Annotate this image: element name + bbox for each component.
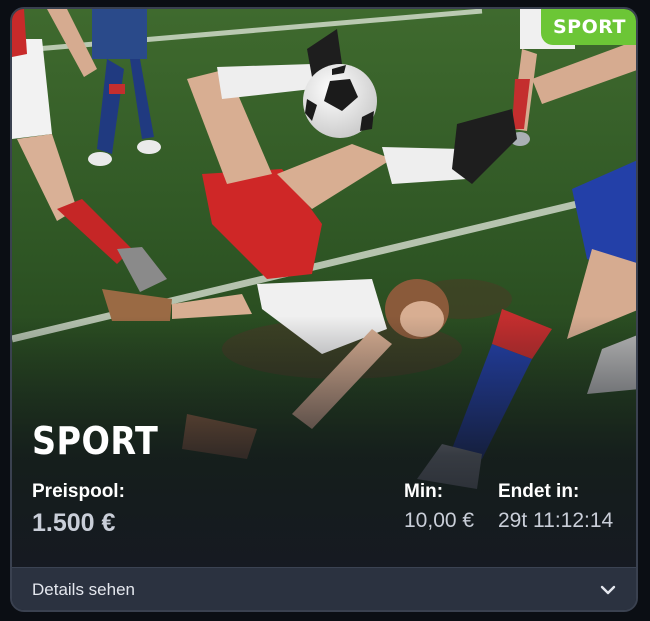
min-value: 10,00 €	[404, 509, 475, 532]
card-title: SPORT	[32, 419, 159, 463]
details-label: Details sehen	[32, 580, 136, 599]
prize-pool-value: 1.500 €	[32, 509, 116, 537]
min-label: Min:	[404, 481, 444, 502]
prize-pool-label: Preispool:	[32, 481, 125, 502]
promo-card[interactable]: SPORT SPORT Preispool: 1.500 € Min: 10,0…	[10, 7, 638, 612]
details-toggle[interactable]: Details sehen	[12, 567, 636, 610]
category-badge: SPORT	[541, 9, 636, 45]
ends-in-countdown: 29t 11:12:14	[498, 509, 614, 532]
ends-in-label: Endet in:	[498, 481, 580, 502]
hero-image: SPORT SPORT Preispool: 1.500 € Min: 10,0…	[12, 9, 636, 567]
chevron-down-icon[interactable]	[600, 582, 616, 598]
